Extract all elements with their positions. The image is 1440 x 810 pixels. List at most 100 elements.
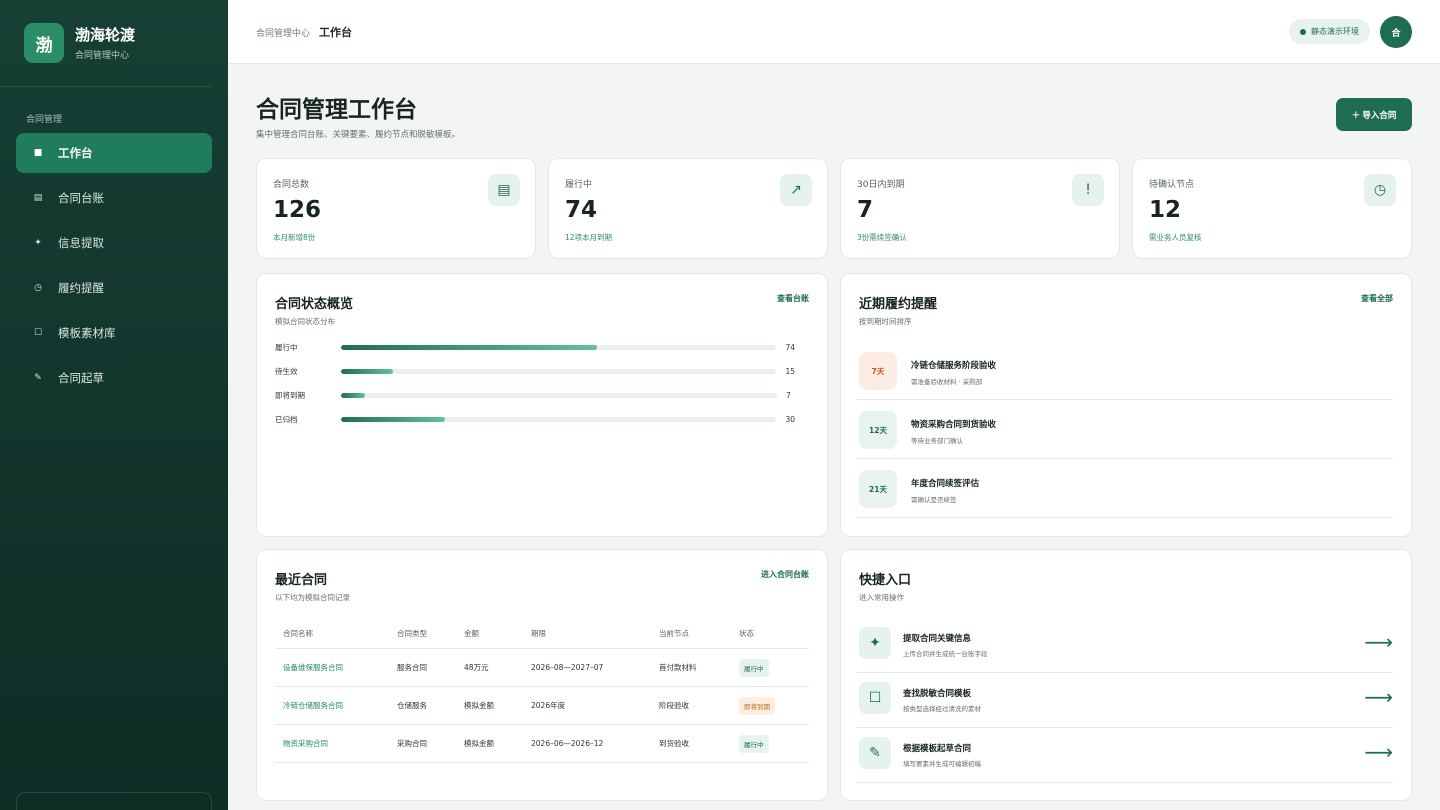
arrow-right-icon[interactable]: ⟶ [1364,685,1393,709]
contract-name-link[interactable]: 物资采购合同 [275,738,389,749]
contract-term: 2026–06—2026–12 [531,739,604,748]
bar-value: 7 [786,390,791,400]
arrow-right-icon[interactable]: ⟶ [1364,740,1393,764]
bar-label: 已归档 [275,414,298,424]
brand-title: 渤海轮渡 [75,26,136,44]
template-icon: ☐ [859,682,891,714]
table-row: 冷链仓储服务合同 仓储服务 模拟金额 2026年度 阶段验收 即将到期 [275,687,809,725]
contract-name-link[interactable]: 冷链仓储服务合同 [275,700,389,711]
contract-type: 仓储服务 [397,701,427,710]
stat-note: 3份需续签确认 [857,233,907,242]
breadcrumb: 合同管理中心 工作台 [256,24,352,40]
contract-node: 到货验收 [659,739,689,748]
contract-node: 首付款材料 [659,663,697,672]
card-title: 近期履约提醒 [859,297,938,312]
view-ledger-link[interactable]: 查看台账 [777,293,809,304]
reminders-card: 近期履约提醒 按到期时间排序 查看全部 7天 冷链仓储服务阶段验收 需准备验收材… [840,273,1412,537]
card-title: 合同状态概览 [275,297,354,312]
arrow-right-icon[interactable]: ⟶ [1364,630,1393,654]
sidebar-item-extract[interactable]: ✦ 信息提取 [16,223,212,263]
table-header: 合同名称 合同类型 金额 期限 当前节点 状态 [275,619,809,649]
sidebar-nav: ■ 工作台 ▤ 合同台账 ✦ 信息提取 ◷ 履约提醒 ☐ 模板素材库 ✎ 合同起… [0,133,228,398]
sidebar-item-reminders[interactable]: ◷ 履约提醒 [16,268,212,308]
view-all-link[interactable]: 查看全部 [1361,293,1393,304]
card-subtitle: 模拟合同状态分布 [275,317,335,326]
quick-item-draft[interactable]: ✎ 根据模板起草合同 填写要素并生成可编辑初稿 ⟶ [857,728,1393,783]
column-header: 合同类型 [397,629,427,638]
alert-icon: ! [1072,174,1104,206]
days-badge: 12天 [859,411,897,449]
contract-amount: 模拟金额 [464,701,494,710]
bar-track [341,392,777,398]
status-bar-row: 待生效 15 [275,364,795,378]
bar-fill [341,392,366,398]
quick-subtitle: 按类型选择经过清洗的素材 [903,705,981,713]
stat-note: 12项本月到期 [565,233,613,242]
contract-name-link[interactable]: 设备维保服务合同 [275,662,389,673]
sidebar-item-dashboard[interactable]: ■ 工作台 [16,133,212,173]
nav-section-label: 合同管理 [26,115,63,125]
stat-card-pending: 待确认节点 12 需业务人员复核 ◷ [1132,158,1412,259]
bar-value: 74 [785,342,795,352]
pencil-icon: ✎ [859,737,891,769]
import-contract-button[interactable]: ＋ 导入合同 [1336,98,1412,131]
status-bar-row: 履行中 74 [275,340,795,354]
bar-fill [340,416,445,422]
status-overview-card: 合同状态概览 模拟合同状态分布 查看台账 履行中 74 待生效 15 即将到期 … [256,273,828,537]
sidebar-item-label: 履约提醒 [58,281,104,295]
card-title: 最近合同 [275,573,328,588]
brand-logo: 渤 [24,23,64,63]
stat-note: 本月新增8份 [273,233,316,242]
trend-up-icon: ↗ [780,174,812,206]
contract-node: 阶段验收 [659,701,689,710]
card-subtitle: 按到期时间排序 [859,317,912,326]
sidebar-item-templates[interactable]: ☐ 模板素材库 [16,313,212,353]
reminder-item[interactable]: 21天 年度合同续签评估 需确认是否续签 [857,459,1393,518]
sidebar-item-label: 信息提取 [58,236,104,250]
bar-track [340,344,777,350]
contract-amount: 模拟金额 [464,739,494,748]
quick-subtitle: 填写要素并生成可编辑初稿 [903,760,981,768]
bar-fill [340,368,393,374]
reminder-item[interactable]: 12天 物资采购合同到货验收 等待业务部门确认 [857,400,1393,459]
status-badge: 履行中 [739,658,769,677]
brand: 渤 渤海轮渡 合同管理中心 [0,0,212,87]
sidebar-item-draft[interactable]: ✎ 合同起草 [16,358,212,398]
open-ledger-link[interactable]: 进入合同台账 [761,569,809,580]
stat-label: 合同总数 [273,180,310,190]
stat-value: 7 [857,197,874,223]
status-bar-row: 已归档 30 [275,412,795,426]
quick-item-extract[interactable]: ✦ 提取合同关键信息 上传合同并生成统一台账字段 ⟶ [857,618,1393,673]
page-subtitle: 集中管理合同台账、关键要素、履约节点和脱敏模板。 [256,130,461,140]
stat-note: 需业务人员复核 [1149,233,1202,242]
page-title: 合同管理工作台 [256,97,417,123]
sidebar-item-ledger[interactable]: ▤ 合同台账 [16,178,212,218]
reminder-title: 年度合同续签评估 [911,479,980,489]
topbar: 合同管理中心 工作台 静态演示环境 合 [228,0,1440,64]
avatar[interactable]: 合 [1380,16,1412,48]
status-bar-row: 即将到期 7 [275,388,795,402]
stat-card-total: 合同总数 126 本月新增8份 ▤ [256,158,536,259]
bar-label: 即将到期 [275,390,305,400]
card-title: 快捷入口 [859,573,912,588]
reminder-title: 物资采购合同到货验收 [911,420,997,430]
pencil-icon: ✎ [34,373,42,383]
quick-item-templates[interactable]: ☐ 查找脱敏合同模板 按类型选择经过清洗的素材 ⟶ [857,673,1393,728]
sparkle-icon: ✦ [859,627,891,659]
contract-type: 服务合同 [397,663,427,672]
env-badge-label: 静态演示环境 [1311,27,1359,36]
column-header: 合同名称 [283,629,313,638]
card-subtitle: 进入常用操作 [859,593,904,602]
stat-value: 126 [273,197,322,223]
sidebar-footer-card[interactable] [16,792,212,810]
stat-card-active: 履行中 74 12项本月到期 ↗ [548,158,828,259]
contract-amount: 48万元 [464,663,489,672]
reminder-subtitle: 等待业务部门确认 [911,437,963,445]
brand-subtitle: 合同管理中心 [75,51,130,61]
stat-label: 待确认节点 [1149,180,1195,190]
quick-title: 根据模板起草合同 [903,744,972,754]
stat-label: 30日内到期 [857,180,905,190]
table-row: 物资采购合同 采购合同 模拟金额 2026–06—2026–12 到货验收 履行… [275,725,809,763]
reminder-item[interactable]: 7天 冷链仓储服务阶段验收 需准备验收材料 · 采购部 [857,341,1393,400]
breadcrumb-parent[interactable]: 合同管理中心 [256,26,310,39]
